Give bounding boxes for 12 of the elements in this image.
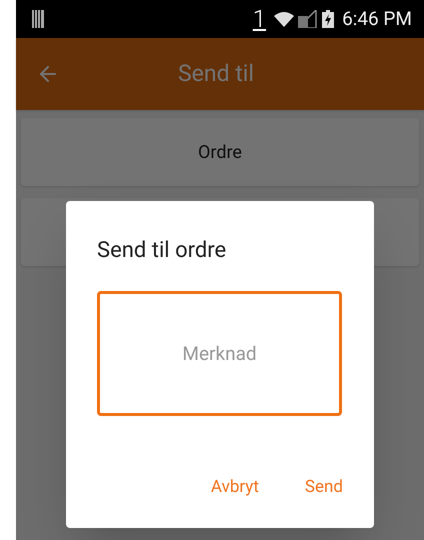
barcode-icon <box>32 10 44 28</box>
notification-count: 1 <box>252 7 266 31</box>
dialog-action-button[interactable]: Avbryt <box>210 474 259 500</box>
battery-charging-icon <box>322 10 334 28</box>
wifi-icon <box>274 11 294 27</box>
app-bar-title: Send til <box>177 58 255 89</box>
clock-time: 6:46 PM <box>342 6 412 32</box>
dialog-action-button[interactable]: Send <box>304 474 343 500</box>
dialog-title: Send til ordre <box>97 237 228 265</box>
option-card[interactable]: Ordre <box>21 118 419 186</box>
remark-input-field[interactable]: Merknad <box>97 291 342 416</box>
signal-icon <box>298 10 318 28</box>
